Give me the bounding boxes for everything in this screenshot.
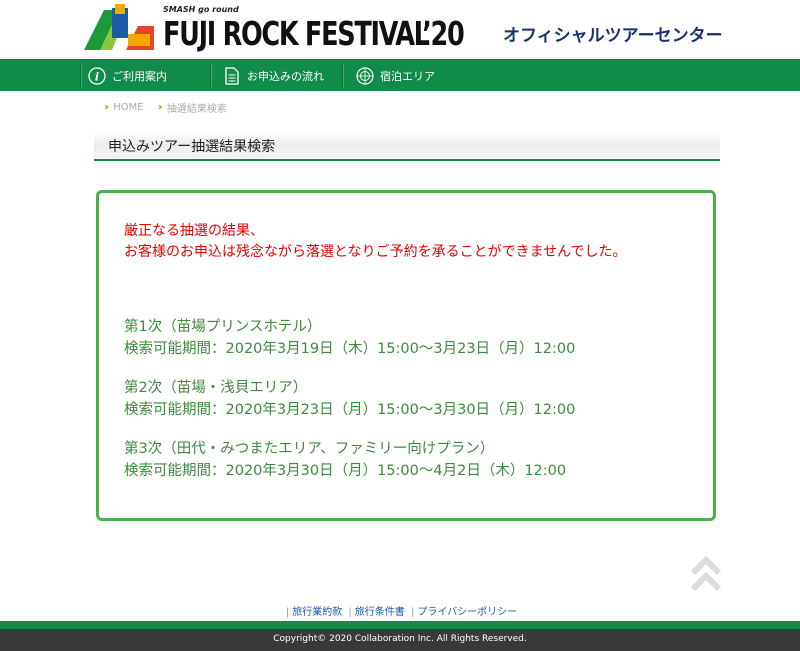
period-name: 第1次（苗場プリンスホテル）: [124, 319, 322, 335]
info-icon: i: [88, 66, 106, 85]
nav-label: お申込みの流れ: [247, 69, 324, 83]
period-name: 第2次（苗場・浅貝エリア）: [124, 380, 308, 396]
main-nav: i ご利用案内 お申込みの流れ 宿泊エリア: [0, 59, 800, 91]
footer-links: | 旅行業約款 | 旅行条件書 | プライバシーポリシー: [285, 607, 518, 618]
nav-item-area[interactable]: 宿泊エリア: [356, 60, 435, 91]
copyright: Copyright© 2020 Collaboration Inc. All R…: [0, 629, 800, 651]
svg-text:i: i: [95, 70, 99, 83]
page-title: 申込みツアー抽選結果検索: [108, 139, 276, 155]
result-message-line1: 厳正なる抽選の結果、: [124, 223, 264, 239]
nav-label: ご利用案内: [112, 69, 167, 83]
footer-link-conditions[interactable]: 旅行条件書: [355, 607, 405, 618]
nav-label: 宿泊エリア: [380, 69, 435, 83]
nav-item-flow[interactable]: お申込みの流れ: [223, 60, 324, 91]
header-subtitle: オフィシャルツアーセンター: [503, 26, 723, 46]
site-header: SMASH go round FUJI ROCK FESTIVAL’20 オフィ…: [0, 0, 800, 60]
document-icon: [223, 66, 241, 85]
scroll-to-top-icon[interactable]: [690, 556, 722, 594]
logo-title[interactable]: FUJI ROCK FESTIVAL’20: [163, 14, 465, 53]
period-range: 検索可能期間：2020年3月23日（月）15:00〜3月30日（月）12:00: [124, 402, 576, 418]
fuji-rock-logo-icon[interactable]: [82, 4, 154, 52]
footer-link-terms[interactable]: 旅行業約款: [292, 607, 342, 618]
period-range: 検索可能期間：2020年3月19日（木）15:00〜3月23日（月）12:00: [124, 341, 576, 357]
breadcrumb: ›› HOME ›› 抽選結果検索: [104, 100, 241, 115]
map-icon: [356, 66, 374, 85]
nav-divider: [80, 64, 82, 87]
footer-divider: [0, 621, 800, 629]
nav-item-guide[interactable]: i ご利用案内: [88, 60, 167, 91]
result-message-line2: お客様のお申込は残念ながら落選となりご予約を承ることができませんでした。: [124, 244, 627, 260]
nav-divider: [210, 64, 212, 87]
chevron-right-icon: ››: [104, 102, 110, 113]
footer-link-privacy[interactable]: プライバシーポリシー: [417, 607, 517, 618]
page-title-bar: 申込みツアー抽選結果検索: [94, 132, 720, 161]
breadcrumb-current: 抽選結果検索: [166, 104, 227, 115]
nav-divider: [342, 64, 344, 87]
logo-tagline: SMASH go round: [163, 5, 239, 14]
result-box: 厳正なる抽選の結果、 お客様のお申込は残念ながら落選となりご予約を承ることができ…: [96, 190, 716, 521]
chevron-right-icon: ››: [157, 102, 164, 113]
period-range: 検索可能期間：2020年3月30日（月）15:00〜4月2日（木）12:00: [124, 463, 567, 479]
period-name: 第3次（田代・みつまたエリア、ファミリー向けプラン）: [124, 441, 495, 457]
breadcrumb-home[interactable]: HOME: [113, 102, 143, 113]
